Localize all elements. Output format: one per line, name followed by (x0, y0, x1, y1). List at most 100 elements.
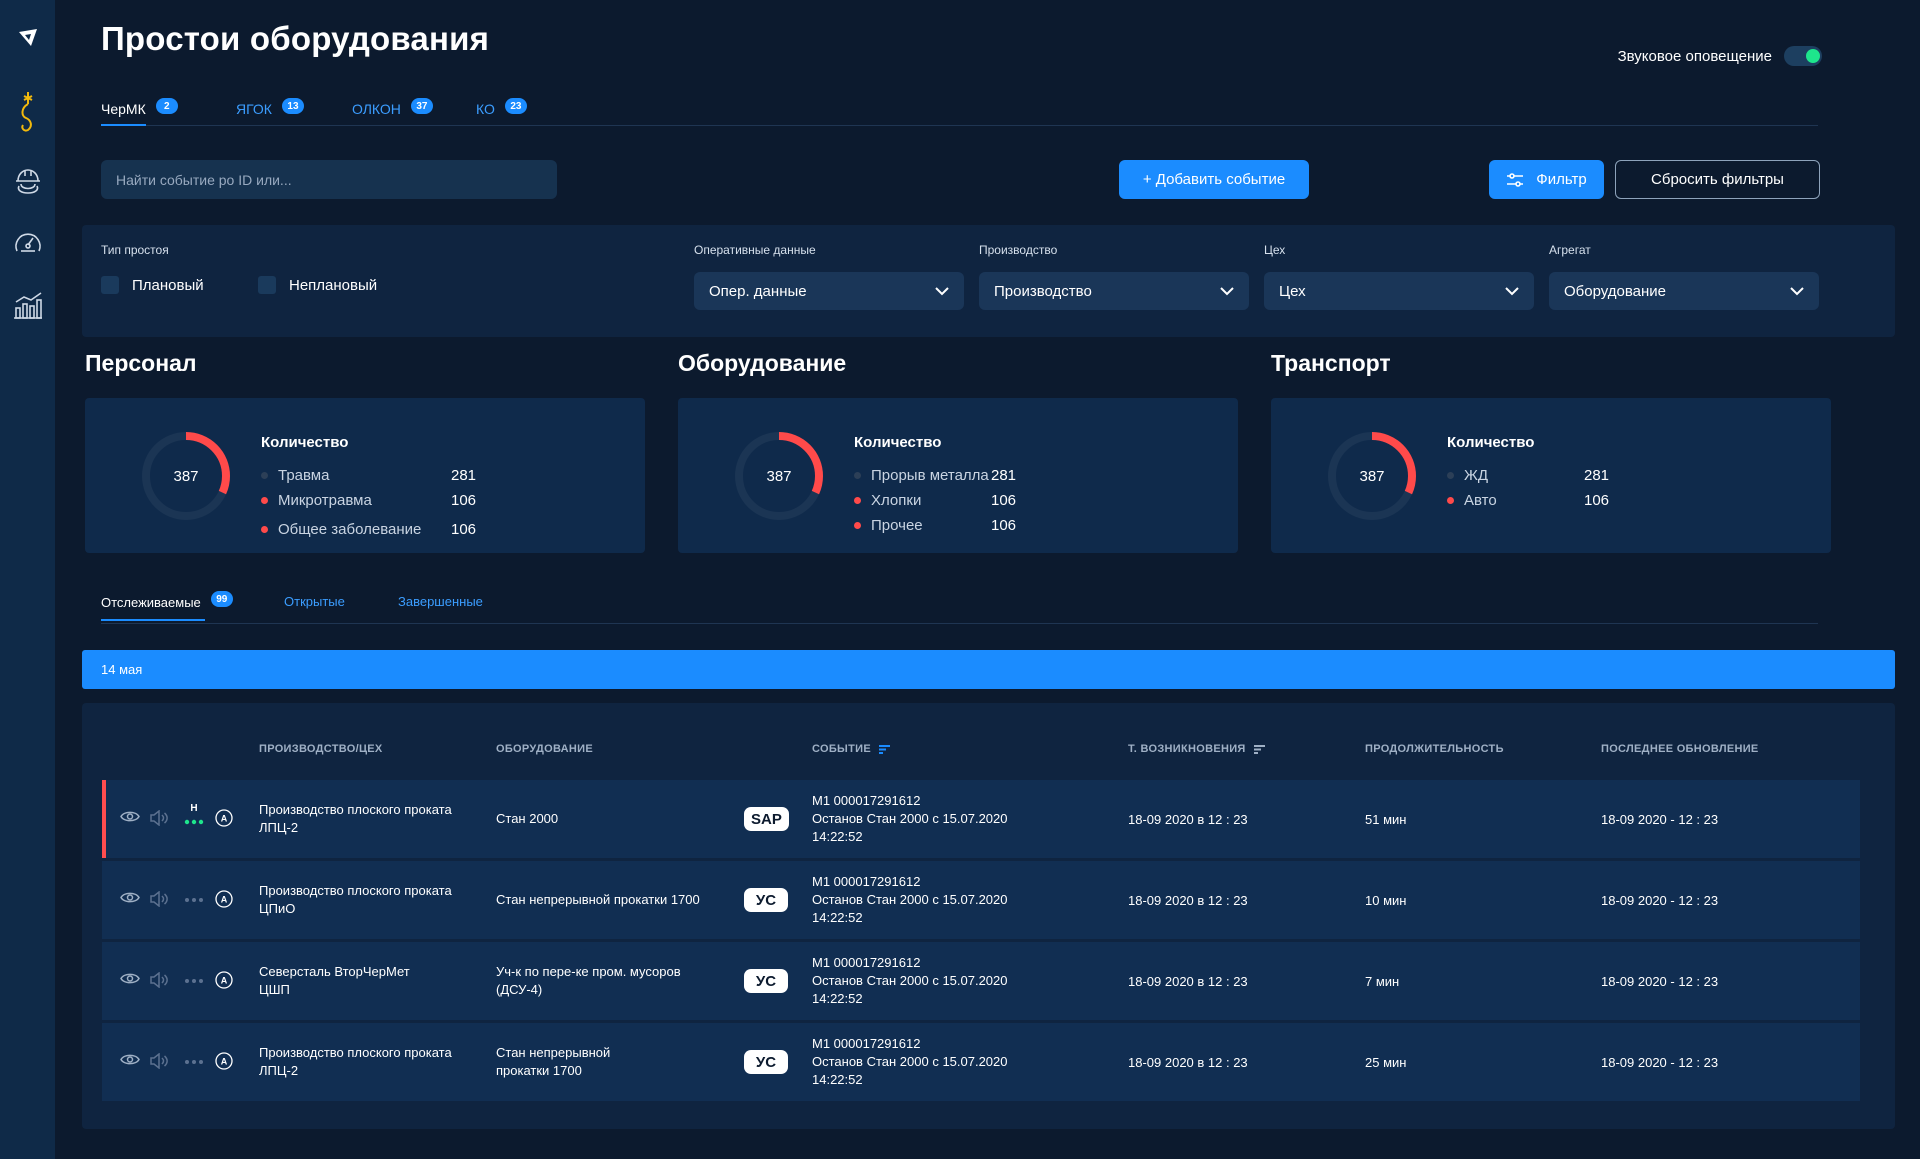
production-cell: Производство плоского проката ЦПиО (259, 882, 452, 918)
unit-select[interactable]: Оборудование (1549, 272, 1819, 310)
legend-label: Прорыв металла (871, 467, 989, 484)
planned-checkbox[interactable]: Плановый (101, 276, 204, 294)
speaker-icon[interactable] (149, 1053, 169, 1069)
source-tag[interactable]: УС (744, 969, 788, 993)
legend-item: Авто 106 (1447, 492, 1609, 509)
dots-icon (184, 1059, 204, 1065)
worker-helmet-icon[interactable] (0, 166, 55, 196)
checkbox-box (101, 276, 119, 294)
column-header: ПРОИЗВОДСТВО/ЦЕХ (259, 743, 383, 755)
add-event-button[interactable]: + Добавить событие (1119, 160, 1309, 199)
tab-label: Завершенные (398, 594, 483, 609)
sidebar (0, 0, 55, 1159)
speaker-icon[interactable] (149, 972, 169, 988)
logo-icon[interactable] (0, 28, 55, 48)
legend-value: 281 (1584, 467, 1610, 484)
table-row[interactable]: Н A Производство плоского проката ЛПЦ-2 … (102, 780, 1860, 858)
eye-icon[interactable] (120, 810, 140, 823)
eye-icon[interactable] (120, 972, 140, 985)
speaker-icon[interactable] (149, 810, 169, 826)
toggle-knob (1806, 49, 1820, 63)
auto-icon: A (215, 1052, 233, 1070)
eye-icon[interactable] (120, 1053, 140, 1066)
column-header-time[interactable]: Т. ВОЗНИКНОВЕНИЯ (1128, 743, 1265, 755)
main-content: Простои оборудования Звуковое оповещение… (55, 0, 1920, 1159)
reset-filters-button[interactable]: Сбросить фильтры (1615, 160, 1820, 199)
shop-select[interactable]: Цех (1264, 272, 1534, 310)
production-name: Производство плоского проката (259, 1045, 452, 1060)
select-value: Опер. данные (709, 282, 807, 300)
tab-tracked[interactable]: Отслеживаемые 99 (101, 591, 233, 621)
svg-text:A: A (221, 976, 228, 986)
legend-item: Травма 281 (261, 467, 476, 484)
legend-label: Травма (278, 467, 330, 484)
production-cell: Производство плоского проката ЛПЦ-2 (259, 1044, 452, 1080)
production-cell: Производство плоского проката ЛПЦ-2 (259, 801, 452, 837)
table-row[interactable]: A Производство плоского проката ЦПиО Ста… (102, 861, 1860, 939)
legend-value: 281 (991, 467, 1017, 484)
event-desc: Останов Стан 2000 с 15.07.2020 (812, 811, 1008, 826)
table-row[interactable]: A Производство плоского проката ЛПЦ-2 Ст… (102, 1023, 1860, 1101)
shop-name: ЦШП (259, 982, 290, 997)
source-tag[interactable]: УС (744, 888, 788, 912)
event-cell: М1 000017291612 Останов Стан 2000 с 15.0… (812, 954, 1008, 1008)
svg-text:A: A (221, 895, 228, 905)
event-cell: М1 000017291612 Останов Стан 2000 с 15.0… (812, 792, 1008, 846)
tab-yagok[interactable]: ЯГОК 13 (236, 94, 304, 124)
shop-name: ЛПЦ-2 (259, 820, 299, 835)
sound-toggle[interactable] (1784, 46, 1822, 66)
tab-label: ОЛКОН (352, 101, 401, 117)
tab-open[interactable]: Открытые (284, 594, 345, 609)
analytics-chart-icon[interactable] (0, 290, 55, 320)
count-badge: 2 (155, 98, 178, 114)
hook-icon[interactable] (0, 90, 55, 134)
tab-olkon[interactable]: ОЛКОН 37 (352, 94, 433, 124)
equipment-name: Стан 2000 (496, 811, 559, 826)
unplanned-checkbox[interactable]: Неплановый (258, 276, 377, 294)
legend-dot (261, 472, 268, 479)
speaker-icon[interactable] (149, 891, 169, 907)
event-cell: М1 000017291612 Останов Стан 2000 с 15.0… (812, 1035, 1008, 1089)
equipment-card: 387 Количество Прорыв металла 281 Хлопки… (678, 398, 1238, 553)
production-select[interactable]: Производство (979, 272, 1249, 310)
legend-value: 281 (451, 467, 477, 484)
auto-icon: A (215, 890, 233, 908)
transport-title: Транспорт (1271, 350, 1391, 376)
event-desc: Останов Стан 2000 с 15.07.2020 (812, 1054, 1008, 1069)
source-tag[interactable]: УС (744, 1050, 788, 1074)
event-time: 14:22:52 (812, 991, 863, 1006)
chevron-down-icon (1505, 286, 1519, 295)
speedometer-icon[interactable] (0, 229, 55, 257)
tab-chermk[interactable]: ЧерМК 2 (101, 94, 178, 126)
legend-label: Прочее (871, 517, 923, 534)
legend-label: ЖД (1464, 467, 1489, 484)
equipment-name-2: (ДСУ-4) (496, 982, 543, 997)
column-header-event[interactable]: СОБЫТИЕ (812, 743, 890, 755)
search-input[interactable] (101, 160, 557, 199)
event-desc: Останов Стан 2000 с 15.07.2020 (812, 892, 1008, 907)
source-tag[interactable]: SAP (744, 807, 789, 831)
tab-label: ЧерМК (101, 101, 146, 117)
filter-sliders-icon (1507, 172, 1524, 187)
event-time: 14:22:52 (812, 829, 863, 844)
production-cell: Северсталь ВторЧерМет ЦШП (259, 963, 410, 999)
oper-data-select[interactable]: Опер. данные (694, 272, 964, 310)
updated-cell: 18-09 2020 - 12 : 23 (1601, 812, 1719, 827)
tab-label: КО (476, 101, 495, 117)
event-id: М1 000017291612 (812, 955, 921, 970)
legend-value: 106 (991, 492, 1017, 509)
planned-label: Плановый (132, 276, 204, 294)
table-row[interactable]: A Северсталь ВторЧерМет ЦШП Уч-к по пере… (102, 942, 1860, 1020)
event-time: 14:22:52 (812, 910, 863, 925)
count-heading: Количество (1447, 434, 1535, 451)
count-badge: 37 (410, 98, 433, 114)
legend-dot (854, 472, 861, 479)
eye-icon[interactable] (120, 891, 140, 904)
occurred-cell: 18-09 2020 в 12 : 23 (1128, 812, 1248, 827)
tab-ko[interactable]: КО 23 (476, 94, 527, 124)
filter-button[interactable]: Фильтр (1489, 160, 1604, 199)
shop-name: ЦПиО (259, 901, 296, 916)
legend-item: Прочее 106 (854, 517, 1016, 534)
tab-completed[interactable]: Завершенные (398, 594, 483, 609)
legend-label: Микротравма (278, 492, 372, 509)
